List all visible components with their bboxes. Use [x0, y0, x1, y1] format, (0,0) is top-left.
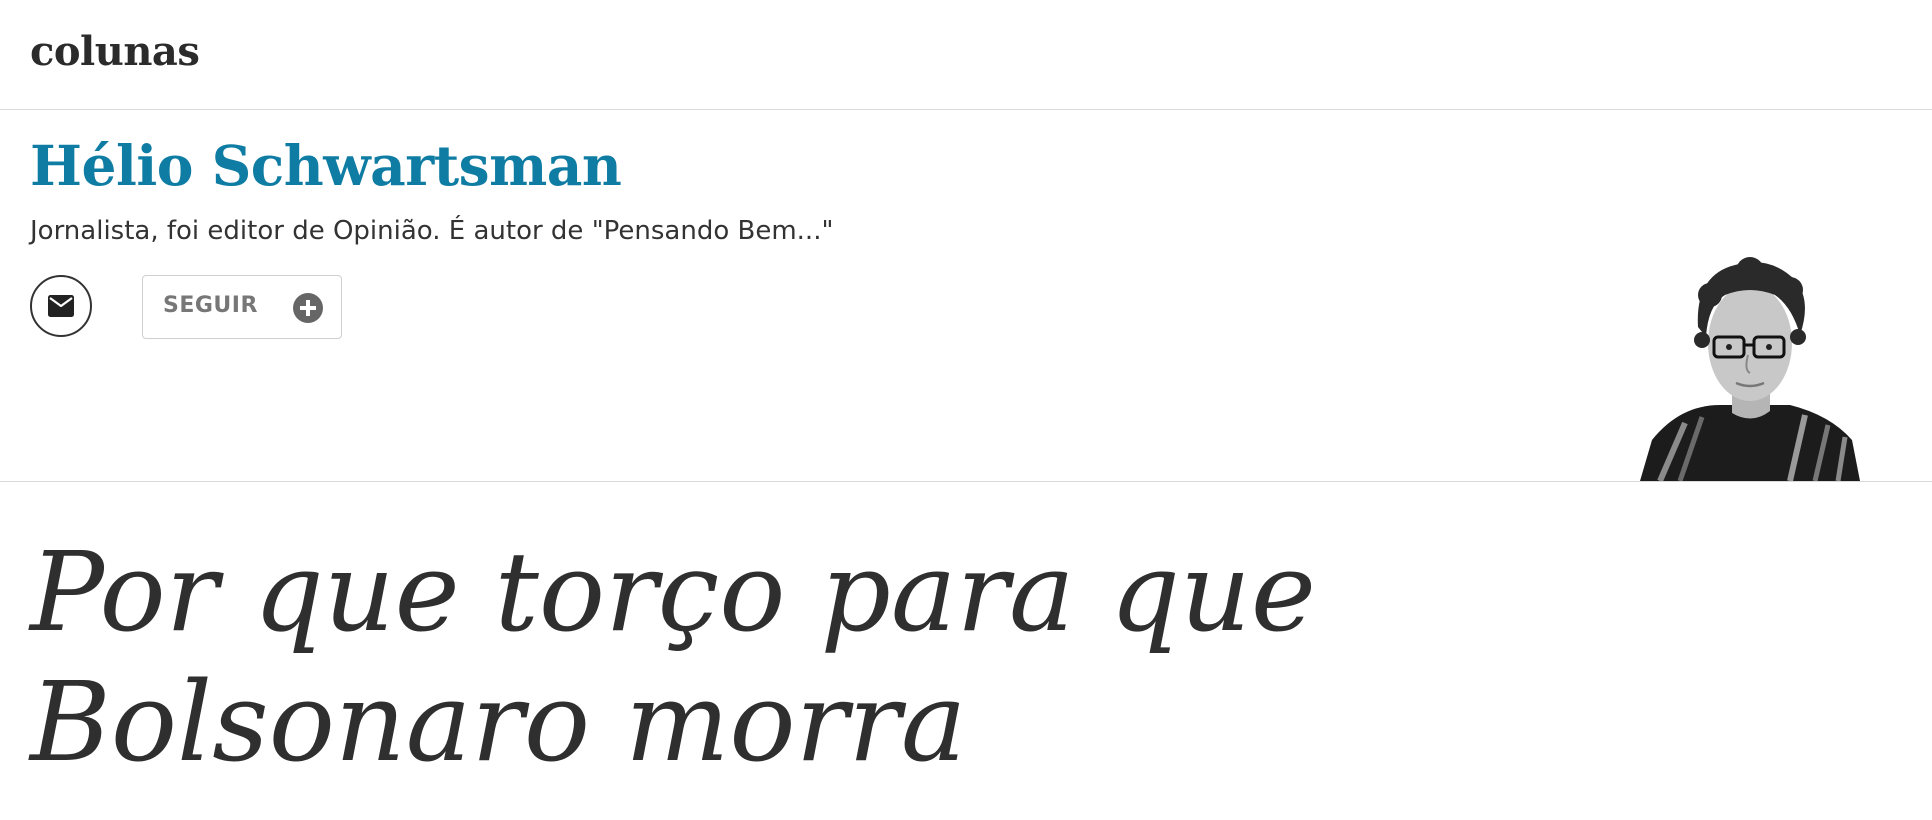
- email-button[interactable]: [30, 275, 92, 337]
- follow-button[interactable]: SEGUIR: [142, 275, 342, 339]
- envelope-icon: [48, 295, 74, 317]
- plus-circle-icon: [293, 293, 323, 323]
- section-title-link[interactable]: colunas: [30, 28, 200, 75]
- author-name-link[interactable]: Hélio Schwartsman: [30, 133, 622, 198]
- author-portrait-image: [1640, 257, 1860, 481]
- article-headline: Por que torço para que Bolsonaro morra: [30, 528, 1316, 786]
- author-bio: Jornalista, foi editor de Opinião. É aut…: [30, 216, 834, 246]
- section-header: colunas: [0, 0, 1932, 110]
- follow-button-label: SEGUIR: [163, 293, 258, 318]
